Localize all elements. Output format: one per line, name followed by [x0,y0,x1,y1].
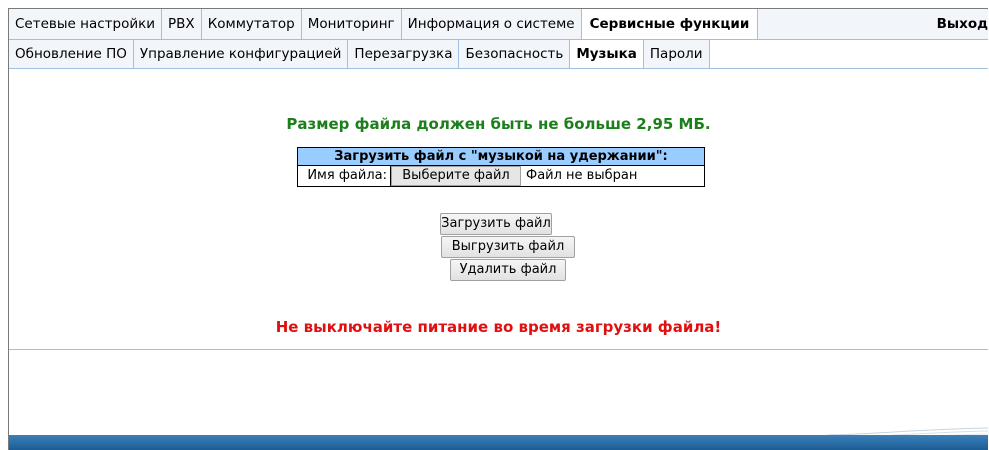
subtab-spacer [709,40,988,68]
file-name-label: Имя файла: [298,166,391,186]
content-divider [9,349,988,350]
tab-pbx[interactable]: PBX [162,9,202,39]
sub-menu: Обновление ПО Управление конфигурацией П… [9,40,988,69]
music-panel: Размер файла должен быть не больше 2,95 … [9,69,988,349]
download-file-button[interactable]: Выгрузить файл [441,236,575,258]
choose-file-button[interactable]: Выберите файл [391,166,521,186]
subtab-reboot[interactable]: Перезагрузка [348,40,460,68]
upload-form-header: Загрузить файл с "музыкой на удержании": [298,148,704,166]
page-frame: Сетевые настройки PBX Коммутатор Монитор… [8,8,988,450]
logout-link[interactable]: Выход [930,9,988,39]
power-warning: Не выключайте питание во время загрузки … [275,318,722,336]
delete-file-button[interactable]: Удалить файл [450,259,566,281]
upload-file-button[interactable]: Загрузить файл [440,213,552,235]
tab-service-functions[interactable]: Сервисные функции [581,9,759,39]
tab-spacer [758,9,931,39]
file-size-note: Размер файла должен быть не больше 2,95 … [286,115,711,133]
no-file-selected-text: Файл не выбран [526,168,638,183]
tab-network-settings[interactable]: Сетевые настройки [9,9,163,39]
file-row: Имя файла: Выберите файл Файл не выбран [298,166,704,186]
subtab-security[interactable]: Безопасность [459,40,571,68]
tab-monitoring[interactable]: Мониторинг [301,9,402,39]
subtab-config-management[interactable]: Управление конфигурацией [133,40,349,68]
subtab-firmware-update[interactable]: Обновление ПО [9,40,134,68]
footer-bar [9,435,988,450]
subtab-music[interactable]: Музыка [570,40,644,68]
tab-switch[interactable]: Коммутатор [201,9,302,39]
tab-system-info[interactable]: Информация о системе [401,9,582,39]
subtab-passwords[interactable]: Пароли [643,40,710,68]
upload-form-table: Загрузить файл с "музыкой на удержании":… [297,147,705,187]
main-menu: Сетевые настройки PBX Коммутатор Монитор… [9,9,988,40]
